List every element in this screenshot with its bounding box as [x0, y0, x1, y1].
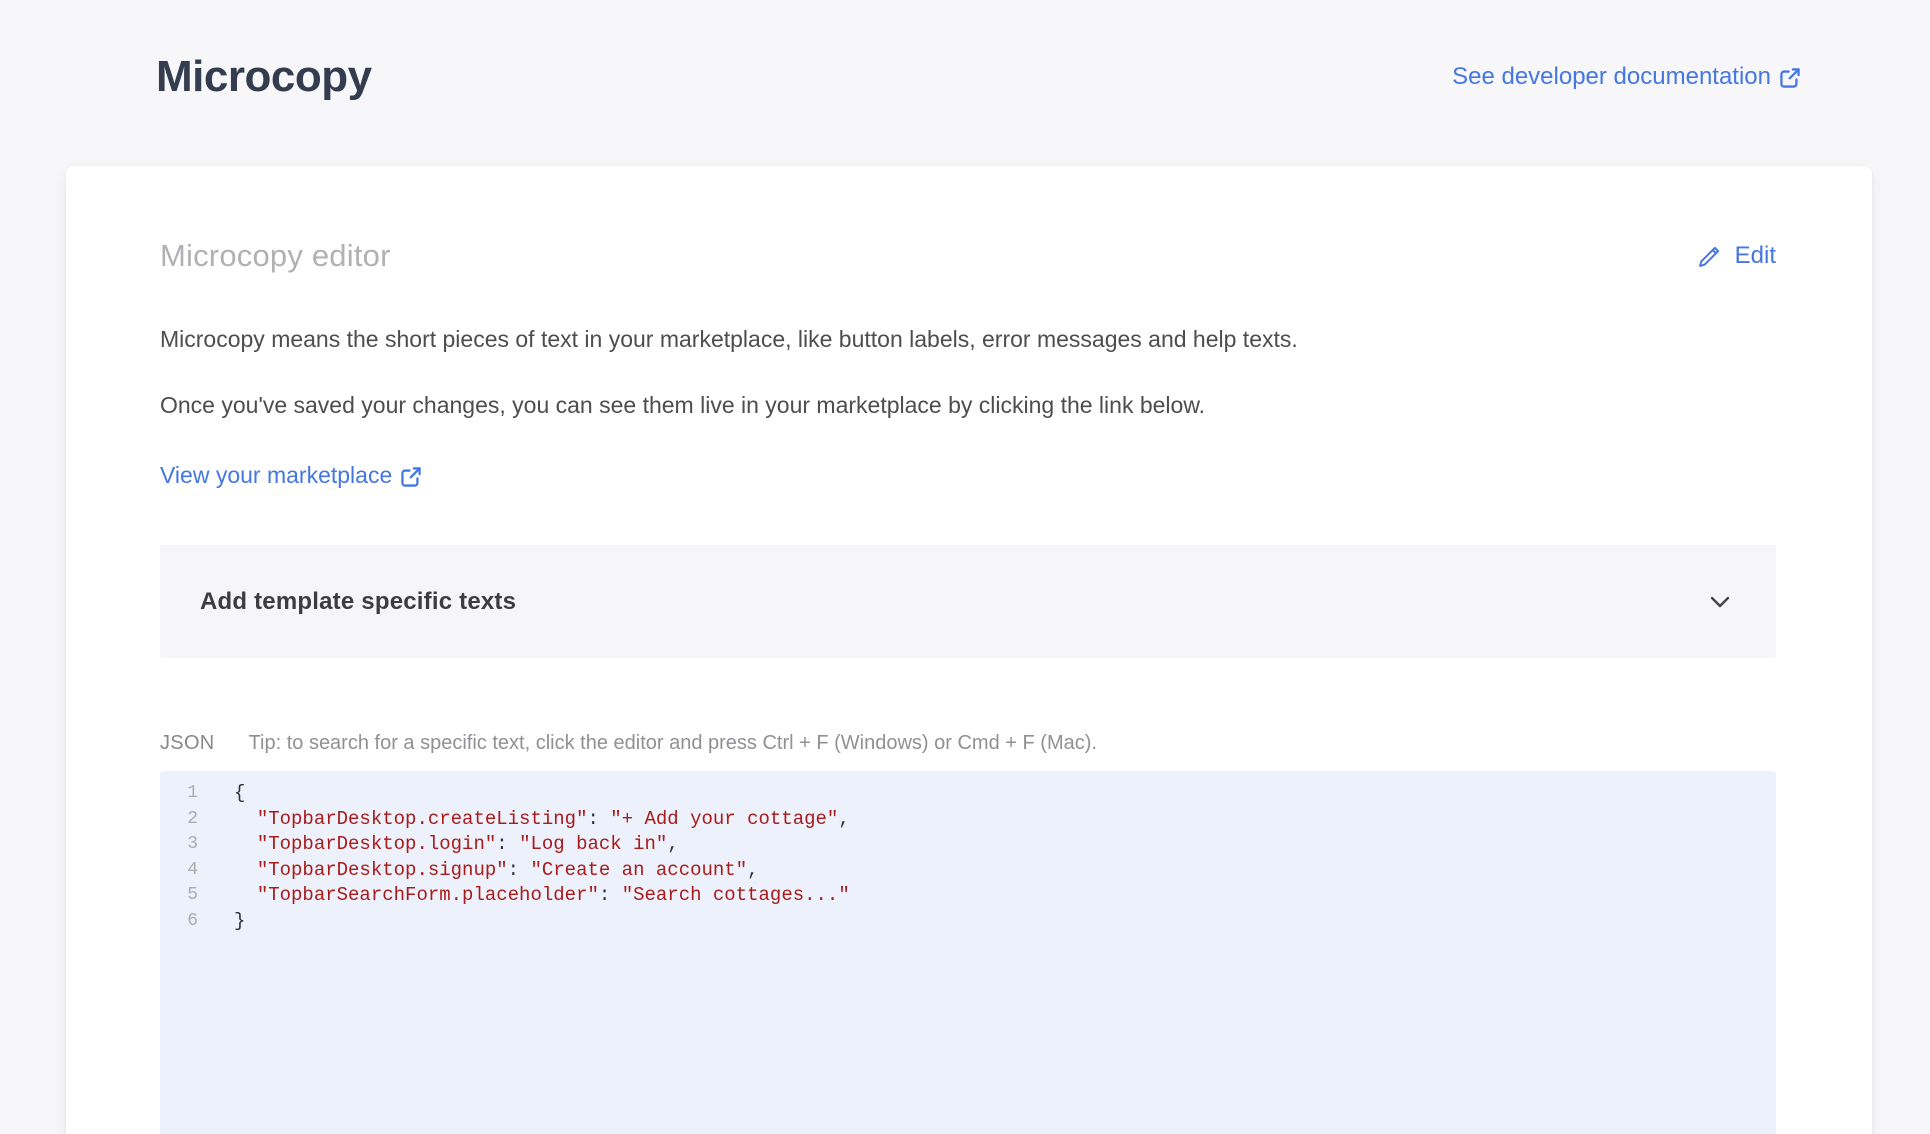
- edit-button-label: Edit: [1735, 242, 1776, 270]
- card-heading: Microcopy editor: [160, 238, 391, 274]
- line-number: 2: [160, 807, 198, 833]
- page-header: Microcopy See developer documentation: [156, 46, 1800, 108]
- code-line: 3 "TopbarDesktop.login": "Log back in",: [160, 832, 1776, 858]
- code-line-content: }: [234, 909, 245, 935]
- chevron-down-icon: [1710, 596, 1730, 608]
- view-marketplace-link-label: View your marketplace: [160, 462, 392, 489]
- code-line-content: "TopbarDesktop.signup": "Create an accou…: [234, 858, 759, 884]
- edit-button[interactable]: Edit: [1697, 242, 1776, 270]
- editor-format-label: JSON: [160, 732, 215, 755]
- microcopy-editor-card: Microcopy editor Edit Microcopy means th…: [66, 166, 1872, 1134]
- card-heading-row: Microcopy editor Edit: [160, 238, 1776, 274]
- line-number: 5: [160, 883, 198, 909]
- developer-documentation-link-label: See developer documentation: [1452, 63, 1771, 91]
- code-line-content: "TopbarDesktop.createListing": "+ Add yo…: [234, 807, 850, 833]
- line-number: 6: [160, 909, 198, 935]
- code-line: 1{: [160, 781, 1776, 807]
- pencil-icon: [1697, 243, 1723, 269]
- code-line: 5 "TopbarSearchForm.placeholder": "Searc…: [160, 883, 1776, 909]
- external-link-icon: [1780, 68, 1800, 88]
- page-title: Microcopy: [156, 52, 372, 102]
- code-line: 4 "TopbarDesktop.signup": "Create an acc…: [160, 858, 1776, 884]
- code-line-content: "TopbarSearchForm.placeholder": "Search …: [234, 883, 850, 909]
- accordion-label: Add template specific texts: [200, 588, 516, 616]
- code-line: 6}: [160, 909, 1776, 935]
- developer-documentation-link[interactable]: See developer documentation: [1452, 63, 1800, 91]
- line-number: 4: [160, 858, 198, 884]
- code-line-content: "TopbarDesktop.login": "Log back in",: [234, 832, 679, 858]
- json-code-editor[interactable]: 1{2 "TopbarDesktop.createListing": "+ Ad…: [160, 771, 1776, 1134]
- code-line-content: {: [234, 781, 245, 807]
- view-marketplace-link[interactable]: View your marketplace: [160, 462, 421, 489]
- editor-tip-text: Tip: to search for a specific text, clic…: [249, 732, 1097, 755]
- description-paragraph-1: Microcopy means the short pieces of text…: [160, 320, 1360, 358]
- line-number: 1: [160, 781, 198, 807]
- description-paragraph-2: Once you've saved your changes, you can …: [160, 386, 1360, 424]
- external-link-icon: [401, 467, 421, 487]
- editor-meta-row: JSON Tip: to search for a specific text,…: [160, 732, 1776, 755]
- line-number: 3: [160, 832, 198, 858]
- add-template-texts-accordion[interactable]: Add template specific texts: [160, 545, 1776, 658]
- code-line: 2 "TopbarDesktop.createListing": "+ Add …: [160, 807, 1776, 833]
